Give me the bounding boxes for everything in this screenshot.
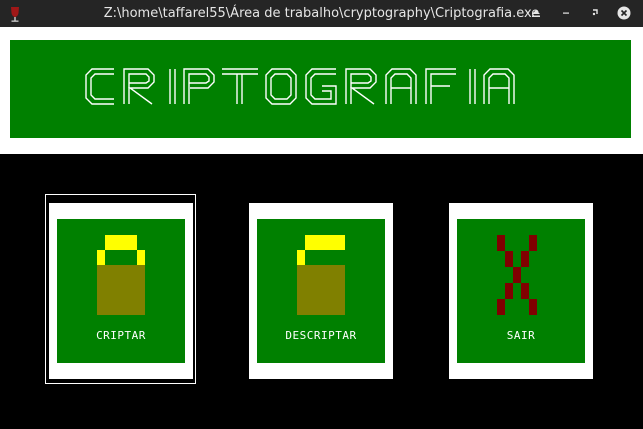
banner-title-ascii-art bbox=[85, 68, 515, 105]
criptar-label: CRIPTAR bbox=[96, 329, 146, 342]
lock-open-icon bbox=[297, 235, 345, 315]
close-icon[interactable] bbox=[616, 5, 632, 21]
restore-icon[interactable] bbox=[587, 5, 603, 21]
banner-panel bbox=[0, 27, 643, 154]
descriptar-button[interactable]: DESCRIPTAR bbox=[249, 203, 393, 379]
banner bbox=[10, 40, 631, 138]
window-titlebar[interactable]: Z:\home\taffarel55\Área de trabalho\cryp… bbox=[0, 0, 643, 27]
exit-x-icon bbox=[497, 235, 537, 315]
lock-closed-icon bbox=[97, 235, 145, 315]
descriptar-button-face[interactable]: DESCRIPTAR bbox=[257, 219, 385, 363]
criptar-button-face[interactable]: CRIPTAR bbox=[57, 219, 185, 363]
minimize-icon[interactable] bbox=[528, 5, 544, 21]
sair-label: SAIR bbox=[506, 329, 536, 342]
sair-button-face[interactable]: SAIR bbox=[457, 219, 585, 363]
collapse-icon[interactable] bbox=[558, 5, 574, 21]
descriptar-label: DESCRIPTAR bbox=[285, 329, 357, 342]
criptar-button[interactable]: CRIPTAR bbox=[49, 203, 193, 379]
sair-button[interactable]: SAIR bbox=[449, 203, 593, 379]
window-title: Z:\home\taffarel55\Área de trabalho\cryp… bbox=[103, 6, 540, 21]
